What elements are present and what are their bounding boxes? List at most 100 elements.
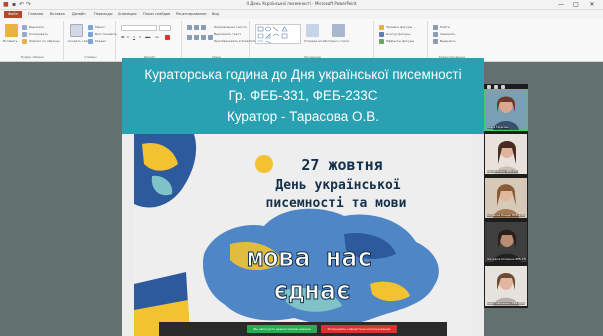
reset-button[interactable]: Восстановить xyxy=(95,32,117,37)
slide-header: Кураторська година до Дня української пи… xyxy=(122,58,484,134)
shadow-button[interactable]: S xyxy=(139,35,141,40)
participant-name: Сергій Білоус ФЕБ-331 xyxy=(487,170,518,173)
replace-button[interactable]: Заменить xyxy=(440,32,455,37)
poster-image: 27 жовтня День української писемності та… xyxy=(134,134,472,336)
participant-video xyxy=(485,222,527,262)
slides-group-label: Слайды xyxy=(84,55,97,59)
shapes-gallery[interactable] xyxy=(255,24,301,44)
drawing-group: Упорядочить Экспресс-стили Рисование xyxy=(252,21,374,60)
indent-icon[interactable] xyxy=(201,25,206,30)
arrange-icon[interactable] xyxy=(306,24,319,37)
tab-insert[interactable]: Вставка xyxy=(50,11,65,18)
replace-icon[interactable] xyxy=(433,32,438,37)
select-icon[interactable] xyxy=(433,39,438,44)
shape-outline-button[interactable]: Контур фигуры xyxy=(386,32,410,37)
slide-title-line-2: Гр. ФЕБ-331, ФЕБ-233С xyxy=(228,88,378,103)
underline-button[interactable]: Ч xyxy=(133,35,135,40)
change-case-button[interactable]: Аа xyxy=(155,35,159,40)
text-direction-button[interactable]: Направление текста xyxy=(214,25,247,30)
format-painter-button[interactable]: Формат по образцу xyxy=(29,39,60,44)
shape-outline-icon[interactable] xyxy=(379,32,384,37)
font-size-select[interactable] xyxy=(159,25,171,31)
align-text-button[interactable]: Выровнять текст xyxy=(214,32,241,37)
shapes-gallery-icon xyxy=(257,26,288,44)
participant-tile[interactable]: Анна Гавриленко ФЕБ-233С xyxy=(485,266,527,306)
quick-styles-icon[interactable] xyxy=(332,24,345,37)
poster-artwork: 27 жовтня День української писемності та… xyxy=(134,134,439,336)
tab-home[interactable]: Главная xyxy=(28,11,43,18)
section-button[interactable]: Раздел xyxy=(95,39,106,44)
font-group: Ж К Ч S abc Аа Шрифт xyxy=(118,21,182,60)
shape-fill-icon[interactable] xyxy=(379,25,384,30)
tab-design[interactable]: Дизайн xyxy=(72,11,86,18)
maximize-button[interactable]: □ xyxy=(570,0,582,10)
tab-view[interactable]: Вид xyxy=(212,11,219,18)
tab-review[interactable]: Рецензирование xyxy=(176,11,207,18)
sun-icon xyxy=(255,155,273,173)
editing-group: Найти Заменить Выделить Редактирование xyxy=(430,21,474,60)
shape-fill-button[interactable]: Заливка фигуры xyxy=(386,25,412,30)
participants-panel: Ольга Тарасова Сергій Білоус ФЕБ-331 Кат… xyxy=(484,84,528,308)
slide-title-line-1: Кураторська година до Дня української пи… xyxy=(144,67,462,82)
reset-icon[interactable] xyxy=(88,32,93,37)
tab-file[interactable]: Файл xyxy=(4,11,22,18)
find-icon[interactable] xyxy=(433,25,438,30)
numbering-icon[interactable] xyxy=(194,25,199,30)
copy-icon[interactable] xyxy=(22,32,27,37)
layout-icon[interactable] xyxy=(88,25,93,30)
italic-button[interactable]: К xyxy=(127,35,129,40)
poster-holiday-line-1: День української xyxy=(275,178,400,193)
title-bar: ■ ▪ ↶ ↷ ІІ День Української писемності -… xyxy=(0,0,603,10)
paste-button[interactable]: Вставить xyxy=(3,39,18,44)
section-icon[interactable] xyxy=(88,39,93,44)
align-left-icon[interactable] xyxy=(187,35,192,40)
participant-tile[interactable]: Сергій Білоус ФЕБ-331 xyxy=(485,134,527,174)
sharing-status-button[interactable]: Вы записуєте демонстрацію екрана xyxy=(247,325,317,333)
new-slide-icon[interactable] xyxy=(70,24,83,37)
participant-video xyxy=(485,178,527,218)
font-name-select[interactable] xyxy=(121,25,157,31)
stop-sharing-button[interactable]: Остановить совместное использование xyxy=(321,325,397,333)
strikethrough-button[interactable]: abc xyxy=(145,35,150,40)
copy-button[interactable]: Копировать xyxy=(29,32,48,37)
tab-animations[interactable]: Анимация xyxy=(118,11,137,18)
participant-tile[interactable]: Ольга Тарасова xyxy=(484,89,528,131)
participant-tile[interactable]: Шкурдіна Катерина ФЕБ-331 xyxy=(485,222,527,262)
cut-button[interactable]: Вырезать xyxy=(29,25,44,30)
close-button[interactable]: ✕ xyxy=(586,0,598,10)
layout-button[interactable]: Макет xyxy=(95,25,105,30)
speaker-view-icon[interactable] xyxy=(501,85,505,89)
tab-transitions[interactable]: Переходы xyxy=(94,11,113,18)
select-button[interactable]: Выделить xyxy=(440,39,456,44)
paste-icon[interactable] xyxy=(5,24,18,37)
ribbon: Вставить Вырезать Копировать Формат по о… xyxy=(0,19,603,62)
clipboard-group: Вставить Вырезать Копировать Формат по о… xyxy=(2,21,64,60)
shape-effects-button[interactable]: Эффекты фигуры xyxy=(386,39,414,44)
poster-date: 27 жовтня xyxy=(301,156,382,174)
align-center-icon[interactable] xyxy=(194,35,199,40)
shape-effects-icon[interactable] xyxy=(379,39,384,44)
participant-video xyxy=(485,134,527,174)
participant-video xyxy=(485,266,527,306)
find-button[interactable]: Найти xyxy=(440,25,450,30)
quick-styles-button[interactable]: Экспресс-стили xyxy=(324,39,349,44)
format-painter-icon[interactable] xyxy=(22,39,27,44)
align-right-icon[interactable] xyxy=(201,35,206,40)
screen-share-bar: Вы записуєте демонстрацію екрана Останов… xyxy=(159,322,447,336)
bold-button[interactable]: Ж xyxy=(121,35,125,40)
convert-smartart-button[interactable]: Преобразовать в SmartArt xyxy=(214,39,255,44)
tab-slideshow[interactable]: Показ слайдов xyxy=(143,11,170,18)
minimize-panel-icon[interactable] xyxy=(487,85,491,89)
arrange-button[interactable]: Упорядочить xyxy=(304,39,324,44)
bullets-icon[interactable] xyxy=(187,25,192,30)
minimize-button[interactable]: — xyxy=(555,0,567,10)
poster-slogan-line-1: мова нас xyxy=(247,243,372,273)
participant-name: Ольга Тарасова xyxy=(487,126,509,129)
font-color-icon[interactable] xyxy=(165,35,170,40)
justify-icon[interactable] xyxy=(208,35,213,40)
slide[interactable]: Кураторська година до Дня української пи… xyxy=(122,58,484,336)
participant-tile[interactable]: Катерина Бондар ФЕБ-233С xyxy=(485,178,527,218)
participant-video xyxy=(485,90,527,130)
grid-view-icon[interactable] xyxy=(494,85,498,89)
cut-icon[interactable] xyxy=(22,25,27,30)
